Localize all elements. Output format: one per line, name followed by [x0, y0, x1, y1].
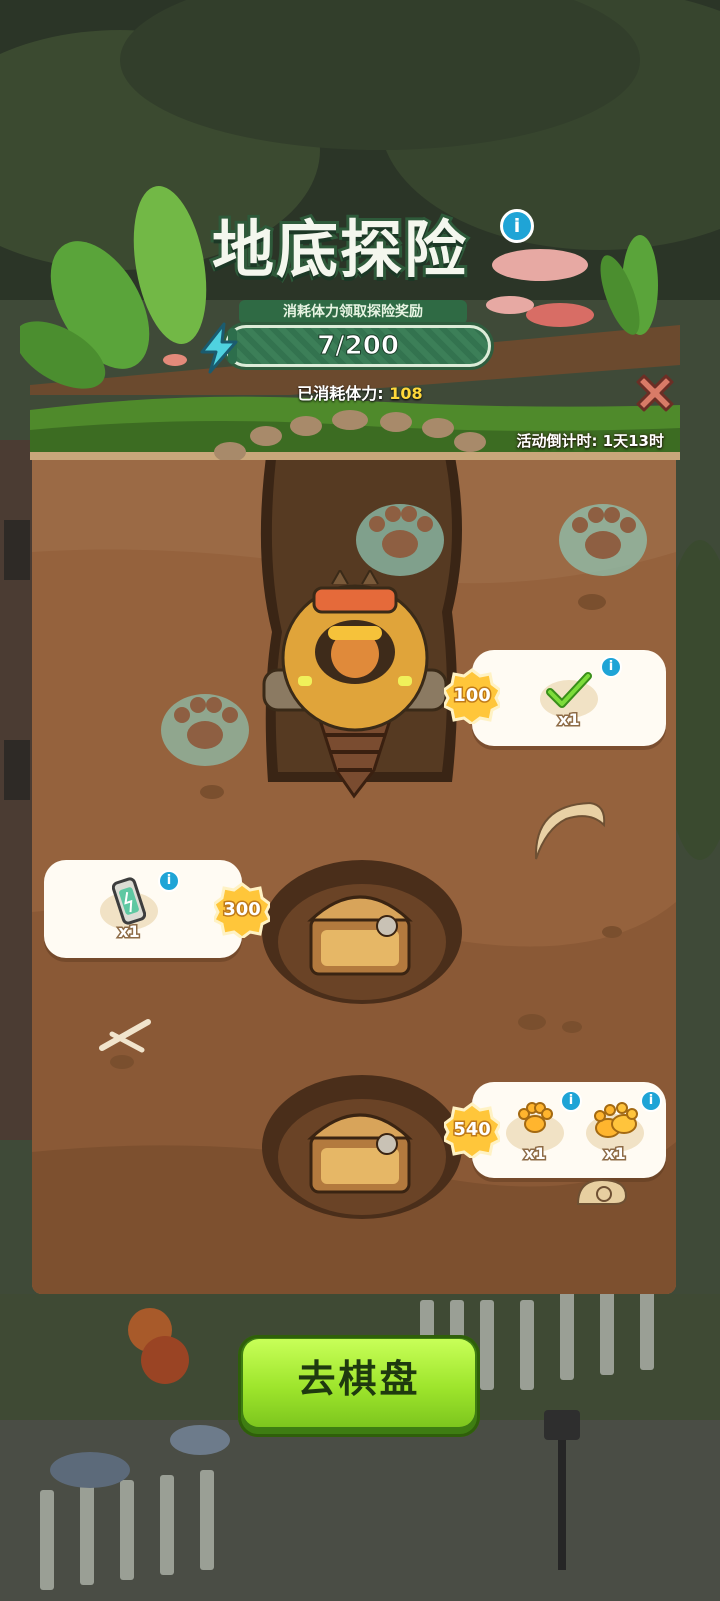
lightning-icon [200, 322, 238, 374]
consumed-label: 已消耗体力: [297, 384, 384, 403]
item-quantity: x1 [117, 921, 141, 943]
drill-machine-icon [262, 570, 448, 799]
ammonite-fossil-icon [576, 1178, 628, 1205]
event-title: 地底探险~ [209, 210, 469, 379]
consumed-stamina: 已消耗体力: 108 [260, 380, 460, 404]
reward-card-540[interactable]: x1 i x1 i [472, 1082, 666, 1178]
reward-card-300[interactable]: x1 i [44, 860, 242, 958]
item-quantity: x1 [557, 709, 581, 731]
bone-icon [99, 1019, 151, 1053]
reward-item: x1 [582, 1094, 648, 1165]
info-icon[interactable]: i [158, 870, 180, 892]
consumed-value: 108 [389, 384, 423, 403]
info-icon[interactable]: i [640, 1090, 662, 1112]
info-icon[interactable]: i [560, 1090, 582, 1112]
reward-card-100[interactable]: x1 i [472, 650, 666, 746]
close-icon[interactable] [630, 368, 680, 418]
threshold-badge-300: 300 [211, 882, 273, 940]
title-info-button[interactable]: i [500, 209, 534, 243]
reward-item: x1 [96, 872, 162, 943]
reward-item: x1 [536, 660, 602, 731]
threshold-value: 100 [452, 684, 493, 708]
paw-print-icon [356, 504, 444, 576]
item-quantity: x1 [523, 1143, 547, 1165]
paw-print-icon [559, 504, 647, 576]
threshold-value: 300 [222, 898, 263, 922]
battery-item-icon [112, 877, 146, 925]
treasure-chest-icon [307, 895, 413, 976]
go-to-board-label: 去棋盘 [297, 1357, 421, 1401]
progress-text: 7/200 [317, 331, 400, 362]
reward-item: x1 [502, 1094, 568, 1165]
event-countdown: 活动倒计时: 1天13时 [516, 432, 664, 450]
gold-paw-pile-icon [594, 1102, 638, 1138]
info-icon[interactable]: i [600, 656, 622, 678]
go-to-board-button[interactable]: 去棋盘 [238, 1335, 480, 1437]
paw-print-icon [161, 694, 249, 766]
treasure-chest-icon [307, 1113, 413, 1194]
threshold-badge-540: 540 [441, 1102, 503, 1160]
item-quantity: x1 [603, 1143, 627, 1165]
threshold-badge-100: 100 [441, 668, 503, 726]
gold-paw-icon [518, 1102, 553, 1133]
threshold-value: 540 [452, 1118, 493, 1142]
event-subtitle: 消耗体力领取探险奖励 [239, 300, 467, 324]
horn-fossil-icon [534, 801, 606, 860]
stamina-progress-bar: 7/200 [222, 322, 494, 370]
checkmark-item-icon [546, 672, 592, 708]
